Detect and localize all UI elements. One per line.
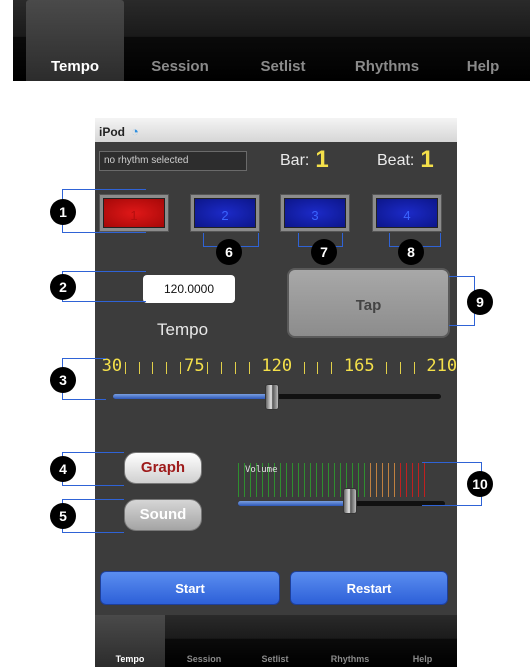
volume-meter-tick	[418, 463, 419, 497]
tempo-input[interactable]: 120.0000	[143, 275, 235, 303]
volume-meter-tick	[298, 463, 299, 497]
rhythm-display: no rhythm selected	[99, 151, 247, 171]
tempo-scale-tick	[386, 362, 387, 374]
callout-10: 10	[467, 471, 493, 497]
tempo-scale-tick	[234, 362, 236, 374]
volume-meter-tick	[316, 463, 317, 497]
volume-label: Volume	[245, 465, 278, 475]
volume-meter-tick	[322, 463, 323, 497]
callout-7: 7	[311, 239, 337, 265]
tempo-slider-thumb[interactable]	[265, 384, 279, 410]
tempo-scale-label: 165	[342, 356, 376, 376]
tempo-scale-tick	[331, 362, 332, 374]
tab-session[interactable]: Session	[131, 0, 229, 81]
volume-meter-tick	[358, 463, 359, 497]
tab-rhythms[interactable]: Rhythms	[337, 0, 437, 81]
beat-value: 1	[420, 146, 434, 173]
volume-meter-tick	[340, 463, 341, 497]
tempo-scale: 30 75 120 165 210	[100, 354, 457, 382]
tab-tempo[interactable]: Tempo	[26, 0, 124, 81]
sound-button[interactable]: Sound	[124, 499, 202, 531]
tempo-scale-tick	[303, 362, 305, 374]
tempo-scale-tick	[179, 362, 181, 374]
callout-3: 3	[50, 367, 76, 393]
tempo-scale-tick	[413, 362, 415, 374]
tempo-scale-tick	[166, 362, 167, 374]
volume-meter-tick	[238, 463, 239, 497]
tempo-scale-tick	[317, 362, 319, 374]
tempo-scale-tick	[138, 362, 140, 374]
volume-meter-tick	[406, 463, 407, 497]
beat-counter: Beat: 1	[377, 146, 434, 174]
device-name: iPod	[99, 125, 125, 139]
volume-meter-tick	[364, 463, 365, 497]
callout-4: 4	[50, 456, 76, 482]
volume-meter-tick	[310, 463, 311, 497]
graph-button[interactable]: Graph	[124, 452, 202, 484]
callout-9: 9	[467, 289, 493, 315]
volume-meter-tick	[370, 463, 371, 497]
beat-indicator-3[interactable]: 3	[280, 194, 350, 232]
callout-1: 1	[50, 199, 76, 225]
tab-help[interactable]: Help	[443, 0, 523, 81]
bottom-tab-tempo[interactable]: Tempo	[95, 615, 165, 667]
tap-button[interactable]: Tap	[287, 268, 450, 338]
volume-slider-thumb[interactable]	[343, 488, 357, 514]
beat-indicator-2[interactable]: 2	[190, 194, 260, 232]
bottom-tab-setlist[interactable]: Setlist	[245, 615, 305, 667]
volume-meter-tick	[376, 463, 377, 497]
beat-label: Beat:	[377, 152, 415, 169]
tempo-slider-fill	[113, 394, 273, 399]
tempo-scale-label: 75	[183, 356, 206, 376]
volume-meter-tick	[286, 463, 287, 497]
tempo-scale-tick	[221, 362, 222, 374]
bottom-tab-bar: Tempo Session Setlist Rhythms Help	[95, 615, 457, 667]
tempo-scale-tick	[248, 362, 250, 374]
volume-meter-tick	[334, 463, 335, 497]
beat-light-2: 2	[194, 198, 256, 228]
bar-label: Bar:	[280, 152, 310, 169]
tempo-label: Tempo	[157, 320, 209, 339]
bottom-tab-session[interactable]: Session	[173, 615, 235, 667]
tempo-scale-tick	[152, 362, 154, 374]
beat-indicator-4[interactable]: 4	[372, 194, 442, 232]
start-button[interactable]: Start	[100, 571, 280, 605]
volume-meter-tick	[394, 463, 395, 497]
volume-slider[interactable]	[238, 501, 445, 506]
tab-setlist[interactable]: Setlist	[238, 0, 328, 81]
wifi-icon: ◔	[131, 124, 139, 139]
beat-light-4: 4	[376, 198, 438, 228]
callout-8: 8	[398, 239, 424, 265]
status-bar: iPod ◔	[95, 118, 457, 142]
top-tab-bar: Tempo Session Setlist Rhythms Help	[13, 0, 530, 81]
tempo-scale-label: 210	[425, 356, 457, 376]
restart-button[interactable]: Restart	[290, 571, 448, 605]
phone-screen: iPod ◔ no rhythm selected Bar: 1 Beat: 1 1 …	[95, 118, 457, 667]
volume-meter-tick	[328, 463, 329, 497]
callout-6: 6	[216, 239, 242, 265]
volume-meter-tick	[292, 463, 293, 497]
callout-5: 5	[50, 503, 76, 529]
tempo-scale-tick	[207, 362, 209, 374]
tempo-scale-label: 120	[260, 356, 294, 376]
beat-light-3: 3	[284, 198, 346, 228]
volume-meter-tick	[388, 463, 389, 497]
volume-meter-tick	[382, 463, 383, 497]
bar-counter: Bar: 1	[280, 146, 329, 174]
bottom-tab-help[interactable]: Help	[395, 615, 450, 667]
volume-meter-tick	[280, 463, 281, 497]
tempo-scale-tick	[124, 362, 126, 374]
bar-value: 1	[315, 146, 329, 173]
volume-slider-fill	[238, 501, 350, 506]
callout-2: 2	[50, 274, 76, 300]
volume-meter-tick	[412, 463, 413, 497]
volume-meter-tick	[400, 463, 401, 497]
bottom-tab-rhythms[interactable]: Rhythms	[315, 615, 385, 667]
tempo-scale-tick	[399, 362, 401, 374]
volume-meter-tick	[304, 463, 305, 497]
